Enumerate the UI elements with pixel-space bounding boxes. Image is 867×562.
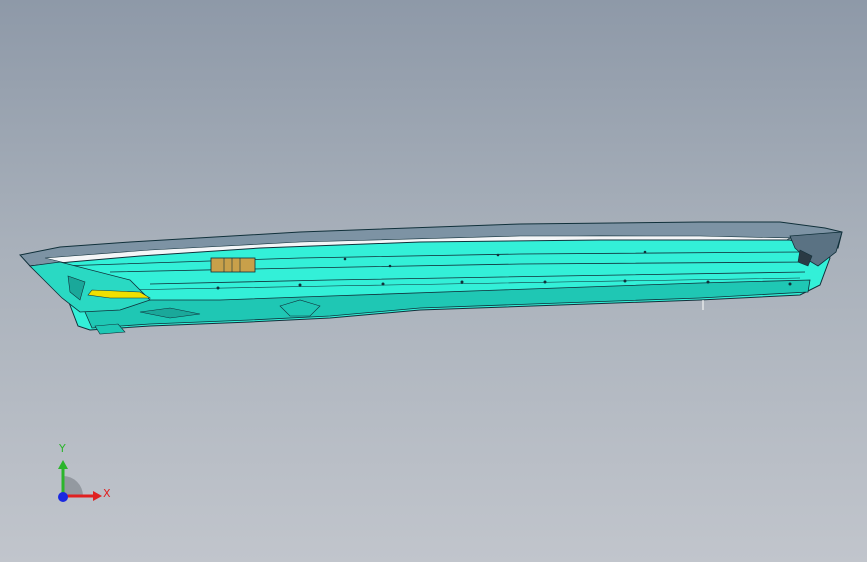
y-axis-arrow: [58, 460, 68, 469]
mounting-tab: [210, 257, 256, 273]
coordinate-triad-icon: [58, 460, 102, 502]
cad-part-model[interactable]: [0, 0, 867, 562]
y-axis-label: Y: [59, 442, 66, 455]
x-axis-arrow: [93, 491, 102, 501]
graphics-viewport[interactable]: Y X: [0, 0, 867, 562]
z-axis-dot: [58, 492, 68, 502]
x-axis-label: X: [103, 487, 111, 500]
